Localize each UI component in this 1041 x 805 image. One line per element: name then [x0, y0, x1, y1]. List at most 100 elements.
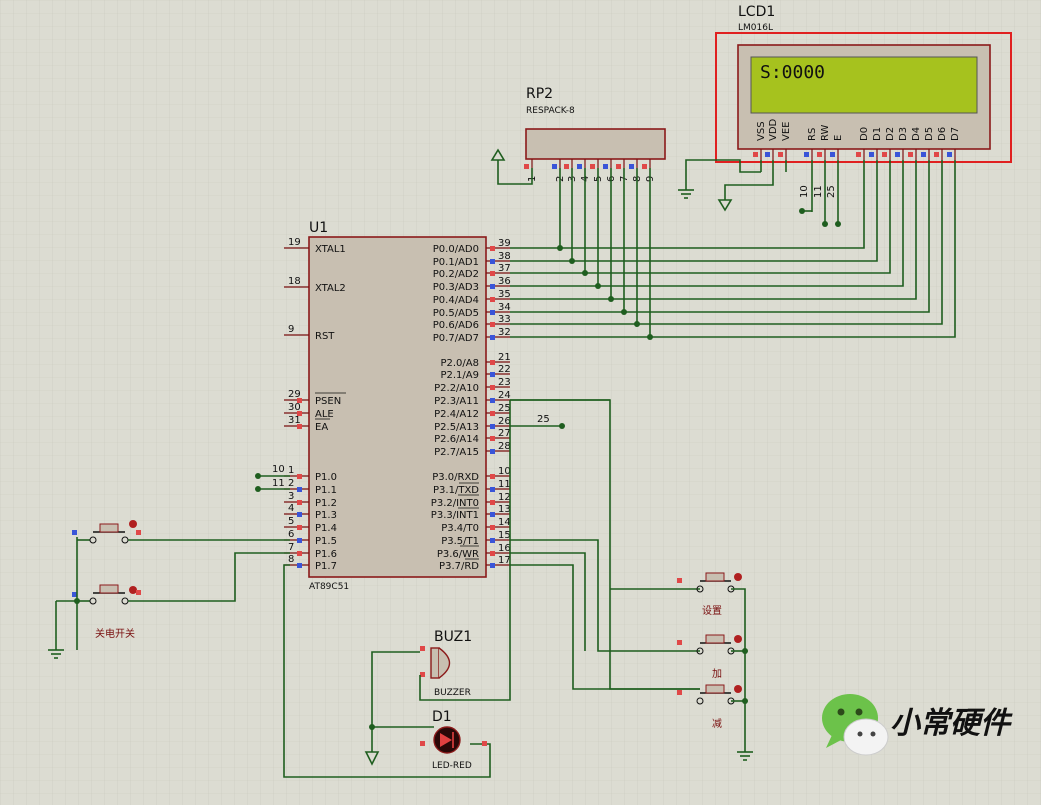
lcd-rs-net-label: 10 [799, 185, 810, 198]
led-ref: D1 [432, 709, 452, 725]
u1-left-pin-name-2: P1.1 [315, 485, 337, 496]
lcd-pin-label-e: E [833, 135, 844, 141]
u1-right-pin-num-37: 37 [498, 263, 511, 274]
u1-right-pin-num-39: 39 [498, 238, 511, 249]
u1-left-pin-name-5: P1.4 [315, 523, 337, 534]
lcd-pin-label-d2: D2 [885, 127, 896, 141]
u1-right-pin-name-27: P2.6/A14 [434, 434, 479, 445]
u1-left-pin-num-3: 3 [288, 491, 294, 502]
u1-right-pin-name-12: P3.2/INT0 [431, 498, 479, 509]
u1-right-pin-name-39: P0.0/AD0 [433, 244, 479, 255]
u1-right-pin-name-24: P2.3/A11 [434, 396, 479, 407]
minus-switch-label: 减 [712, 718, 722, 730]
u1-left-pin-num-8: 8 [288, 554, 294, 565]
u1-right-pin-num-14: 14 [498, 517, 511, 528]
u1-right-pin-num-27: 27 [498, 428, 511, 439]
plus-switch-label: 加 [712, 668, 722, 680]
lcd-pin-label-vdd: VDD [768, 118, 779, 141]
u1-right-pin-name-38: P0.1/AD1 [433, 257, 479, 268]
buzzer-ref: BUZ1 [434, 629, 472, 645]
u1-right-pin-num-26: 26 [498, 416, 511, 427]
u1-right-pin-num-15: 15 [498, 530, 511, 541]
u1-right-pin-num-21: 21 [498, 352, 511, 363]
u1-left-pin-name-8: P1.7 [315, 561, 337, 572]
u1-right-pin-name-14: P3.4/T0 [441, 523, 479, 534]
u1-right-pin-name-10: P3.0/RXD [432, 472, 479, 483]
u1-right-pin-num-34: 34 [498, 302, 511, 313]
lcd-pin-label-rw: RW [820, 124, 831, 141]
u1-right-pin-name-26: P2.5/A13 [434, 422, 479, 433]
u1-left-pin-name-4: P1.3 [315, 510, 337, 521]
u1-left-pin-name-29: PSEN [315, 396, 341, 407]
u1-right-pin-name-32: P0.7/AD7 [433, 333, 479, 344]
u1-right-pin-num-36: 36 [498, 276, 511, 287]
u1-right-pin-name-36: P0.3/AD3 [433, 282, 479, 293]
u1-right-pin-name-17: P3.7/RD [439, 561, 479, 572]
u1-right-pin-num-11: 11 [498, 479, 511, 490]
rp2-part: RESPACK-8 [526, 106, 575, 116]
u1-right-pin-num-35: 35 [498, 289, 511, 300]
power-switch-label: 关电开关 [95, 627, 135, 640]
lcd-part: LM016L [738, 23, 773, 33]
u1-left-pin-num-6: 6 [288, 529, 294, 540]
rp2-ref: RP2 [526, 86, 553, 102]
u1-right-pin-name-28: P2.7/A15 [434, 447, 479, 458]
p10-net-label: 10 [272, 464, 285, 475]
p25-net-label: 25 [537, 414, 550, 425]
lcd-pin-label-d7: D7 [950, 127, 961, 141]
set-switch-label: 设置 [702, 605, 722, 617]
u1-right-pin-num-22: 22 [498, 364, 511, 375]
lcd-rw-net-label: 11 [813, 185, 824, 198]
u1-left-pin-name-18: XTAL2 [315, 283, 346, 294]
lcd-pin-label-vee: VEE [781, 122, 792, 141]
lcd-pin-label-d4: D4 [911, 127, 922, 141]
u1-right-pin-name-22: P2.1/A9 [440, 370, 479, 381]
u1-right-pin-num-12: 12 [498, 492, 511, 503]
u1-right-pin-name-34: P0.5/AD5 [433, 308, 479, 319]
u1-right-pin-num-23: 23 [498, 377, 511, 388]
u1-right-pin-name-37: P0.2/AD2 [433, 269, 479, 280]
u1-left-pin-num-19: 19 [288, 237, 301, 248]
u1-right-pin-num-38: 38 [498, 251, 511, 262]
p11-net-label: 11 [272, 478, 285, 489]
lcd-pin-label-d5: D5 [924, 127, 935, 141]
u1-right-pin-name-21: P2.0/A8 [440, 358, 479, 369]
u1-left-pin-name-30: ALE [315, 409, 334, 420]
u1-right-pin-name-35: P0.4/AD4 [433, 295, 479, 306]
buzzer-part: BUZZER [434, 688, 471, 698]
lcd-pin-label-d0: D0 [859, 127, 870, 141]
u1-left-pin-name-3: P1.2 [315, 498, 337, 509]
u1-left-pin-name-19: XTAL1 [315, 244, 346, 255]
u1-left-pin-name-9: RST [315, 331, 335, 342]
u1-left-pin-num-7: 7 [288, 542, 294, 553]
u1-right-pin-name-13: P3.3/INT1 [431, 510, 479, 521]
lcd-pin-label-d6: D6 [937, 127, 948, 141]
u1-left-pin-name-6: P1.5 [315, 536, 337, 547]
lcd-pin-label-d1: D1 [872, 127, 883, 141]
lcd-pin-label-vss: VSS [756, 121, 767, 141]
lcd-pin-label-d3: D3 [898, 127, 909, 141]
u1-right-pin-name-33: P0.6/AD6 [433, 320, 479, 331]
rp2-body [525, 128, 666, 160]
u1-left-pin-num-2: 2 [288, 478, 294, 489]
u1-right-pin-num-33: 33 [498, 314, 511, 325]
u1-left-pin-num-5: 5 [288, 516, 294, 527]
led-part: LED-RED [432, 761, 472, 771]
u1-left-pin-num-18: 18 [288, 276, 301, 287]
u1-right-pin-name-23: P2.2/A10 [434, 383, 479, 394]
u1-right-pin-name-15: P3.5/T1 [441, 536, 479, 547]
u1-right-pin-name-25: P2.4/A12 [434, 409, 479, 420]
u1-part: AT89C51 [309, 582, 349, 592]
u1-left-pin-num-4: 4 [288, 503, 294, 514]
u1-right-pin-num-10: 10 [498, 466, 511, 477]
u1-right-pin-num-24: 24 [498, 390, 511, 401]
u1-right-pin-num-17: 17 [498, 555, 511, 566]
schematic-canvas: LCD1 LM016L S:0000 VSS VDD VEE RS RW E D0 D1 D2 D… [0, 0, 1041, 805]
lcd-e-net-label: 25 [826, 185, 837, 198]
lcd-ref: LCD1 [738, 4, 775, 20]
u1-left-pin-num-1: 1 [288, 465, 294, 476]
u1-left-pin-name-31: EA [315, 422, 328, 433]
u1-right-pin-num-32: 32 [498, 327, 511, 338]
u1-right-pin-name-11: P3.1/TXD [433, 485, 479, 496]
u1-component[interactable]: U1 AT89C51 19XTAL118XTAL29RST29PSEN30ALE… [284, 220, 511, 592]
